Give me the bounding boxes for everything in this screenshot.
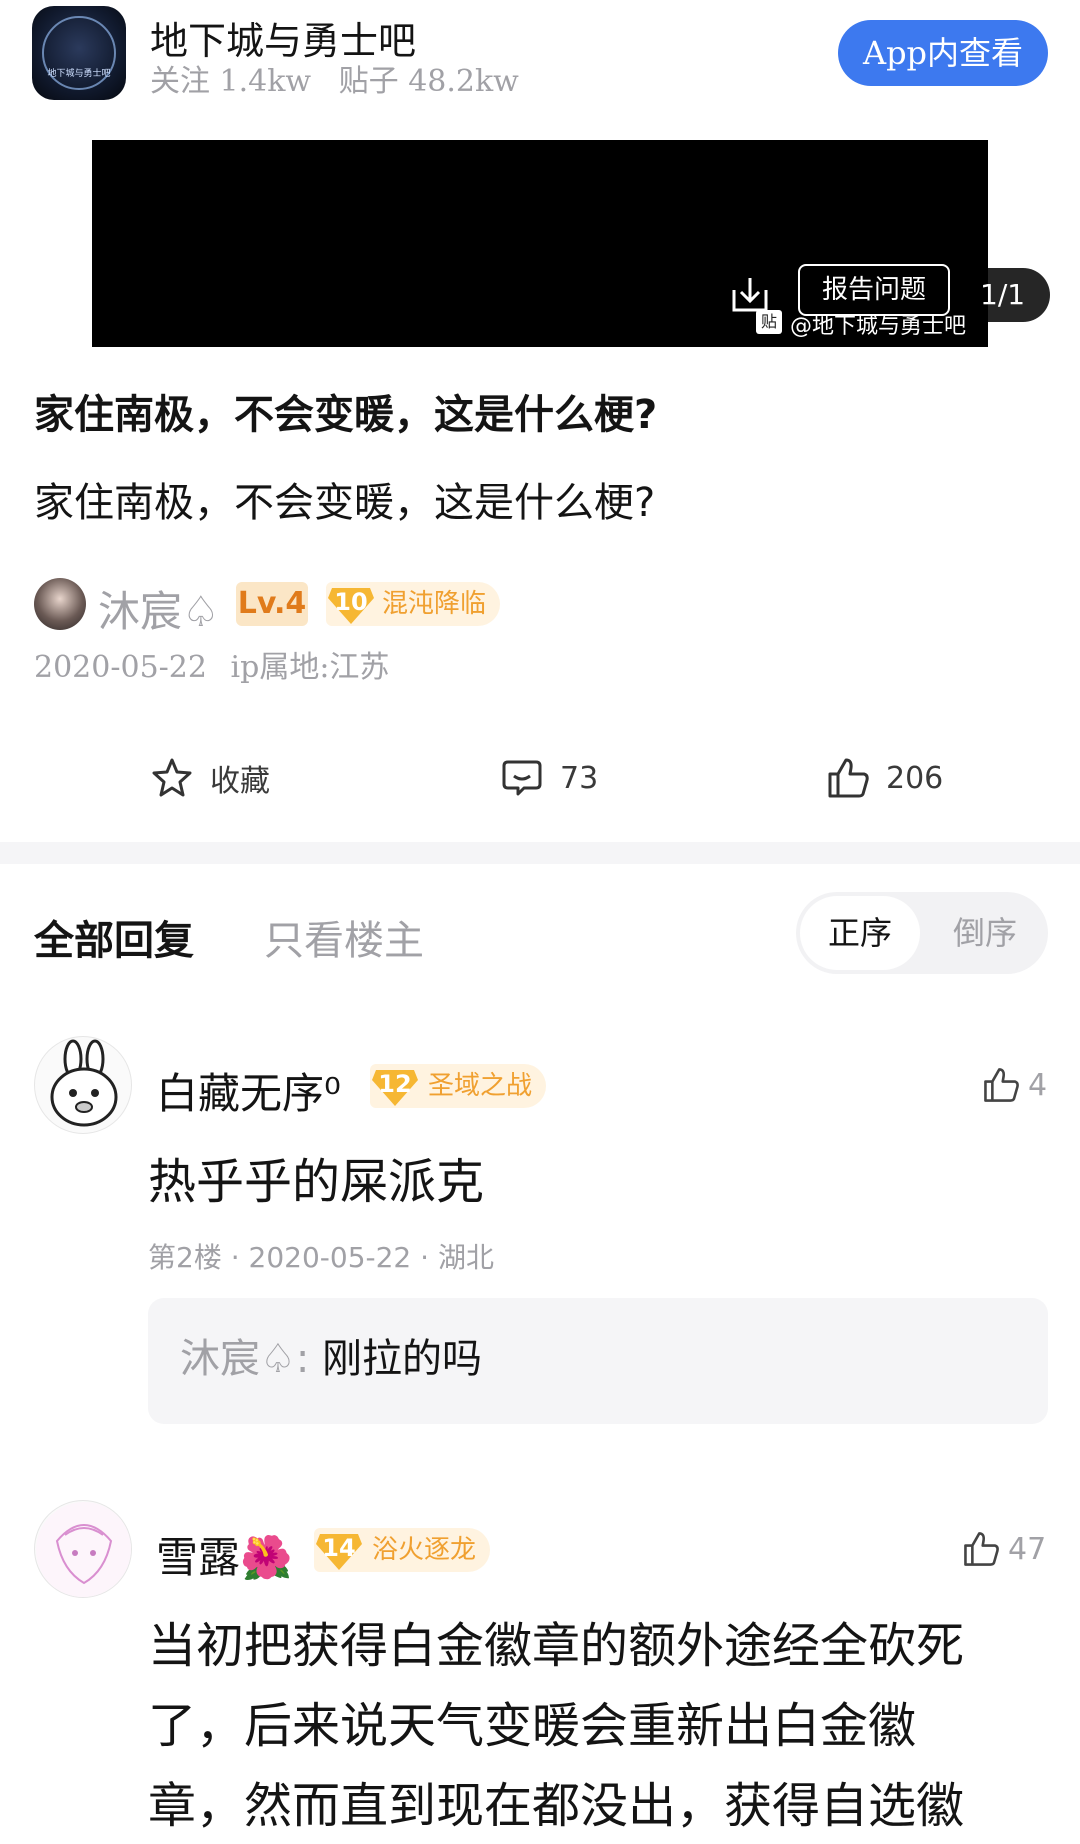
comment-text-line: 当初把获得白金徽章的额外途经全砍死 bbox=[148, 1618, 965, 1674]
like-count: 206 bbox=[886, 760, 944, 796]
badge-number: 14 bbox=[322, 1534, 356, 1562]
tab-owner-only[interactable]: 只看楼主 bbox=[264, 908, 424, 966]
post-actions: 收藏 73 206 bbox=[0, 750, 1080, 806]
post-title: 家住南极，不会变暖，这是什么梗? bbox=[34, 392, 658, 438]
comment-avatar[interactable] bbox=[34, 1500, 132, 1598]
comment-text-line: 了，后来说天气变暖会重新出白金徽 bbox=[148, 1698, 917, 1754]
comment-text: 热乎乎的屎派克 bbox=[148, 1154, 485, 1210]
member-title-badge: 10 混沌降临 bbox=[326, 582, 501, 626]
comment-like-button[interactable]: 47 bbox=[962, 1530, 1046, 1568]
like-button[interactable]: 206 bbox=[826, 750, 943, 806]
comment-member-badge: 14 浴火逐龙 bbox=[314, 1528, 491, 1572]
level-badge: Lv.4 bbox=[236, 582, 308, 626]
thumbs-up-icon bbox=[828, 758, 869, 798]
forum-followers: 关注 1.4kw bbox=[150, 64, 312, 99]
sub-reply-author[interactable]: 沐宸♤: bbox=[180, 1326, 309, 1384]
image-watermark: @地下城与勇士吧 bbox=[790, 314, 967, 339]
comment-count: 73 bbox=[560, 760, 599, 796]
sort-descending-button[interactable]: 倒序 bbox=[926, 896, 1044, 970]
anime-avatar-icon bbox=[36, 1502, 131, 1597]
forum-posts: 贴子 48.2kw bbox=[338, 64, 519, 99]
badge-number: 12 bbox=[378, 1070, 412, 1098]
post-date: 2020-05-22 bbox=[34, 650, 207, 685]
star-icon bbox=[152, 758, 192, 797]
comment-like-count: 4 bbox=[1028, 1067, 1048, 1103]
badge-title: 圣域之战 bbox=[428, 1071, 533, 1101]
thumbs-up-icon bbox=[984, 1068, 1019, 1102]
forum-header: 地下城与勇士吧 地下城与勇士吧 关注 1.4kw 贴子 48.2kw App内查… bbox=[0, 0, 1080, 110]
thumbs-up-icon bbox=[964, 1532, 999, 1566]
image-page-indicator: 1/1 bbox=[956, 268, 1050, 322]
comment-like-count: 47 bbox=[1008, 1531, 1047, 1567]
forum-logo-text: 地下城与勇士吧 bbox=[47, 69, 111, 79]
comment-avatar[interactable] bbox=[34, 1036, 132, 1134]
sub-reply[interactable]: 沐宸♤: 刚拉的吗 bbox=[148, 1298, 1048, 1424]
tieba-tag: 贴 bbox=[756, 310, 782, 334]
comment-button[interactable]: 73 bbox=[500, 750, 598, 806]
favorite-label: 收藏 bbox=[210, 764, 270, 799]
favorite-button[interactable]: 收藏 bbox=[150, 750, 270, 806]
tab-all-replies[interactable]: 全部回复 bbox=[34, 908, 194, 966]
badge-title: 浴火逐龙 bbox=[372, 1535, 477, 1565]
comment-text: 当初把获得白金徽章的额外途经全砍死 了，后来说天气变暖会重新出白金徽 章，然而直… bbox=[148, 1606, 1048, 1844]
sort-ascending-button[interactable]: 正序 bbox=[800, 896, 920, 970]
post-meta: 2020-05-22 ip属地:江苏 bbox=[34, 642, 389, 686]
badge-title: 混沌降临 bbox=[382, 589, 487, 619]
open-in-app-button[interactable]: App内查看 bbox=[838, 20, 1048, 86]
comment-author-name[interactable]: 雪露🌺 bbox=[156, 1524, 292, 1585]
comment-member-badge: 12 圣域之战 bbox=[370, 1064, 547, 1108]
badge-number: 10 bbox=[334, 588, 368, 616]
post-ip: ip属地:江苏 bbox=[230, 650, 390, 685]
sub-reply-text: 刚拉的吗 bbox=[322, 1336, 482, 1382]
forum-avatar[interactable]: 地下城与勇士吧 bbox=[32, 6, 126, 100]
comment-author-name[interactable]: 白藏无序⁰ bbox=[156, 1060, 341, 1121]
section-divider bbox=[0, 842, 1080, 864]
post-body: 家住南极，不会变暖，这是什么梗? bbox=[34, 480, 656, 526]
author-name[interactable]: 沐宸♤ bbox=[98, 578, 220, 639]
sort-toggle: 正序 倒序 bbox=[796, 892, 1048, 974]
comment-like-button[interactable]: 4 bbox=[982, 1066, 1047, 1104]
rabbit-avatar-icon bbox=[50, 1039, 118, 1127]
comment-meta: 第2楼 · 2020-05-22 · 湖北 bbox=[148, 1241, 494, 1274]
forum-stats: 关注 1.4kw 贴子 48.2kw bbox=[150, 56, 537, 100]
author-avatar[interactable] bbox=[34, 578, 86, 630]
comment-text-line: 章，然而直到现在都没出，获得自选徽 bbox=[148, 1778, 965, 1834]
comment-icon bbox=[502, 760, 542, 796]
